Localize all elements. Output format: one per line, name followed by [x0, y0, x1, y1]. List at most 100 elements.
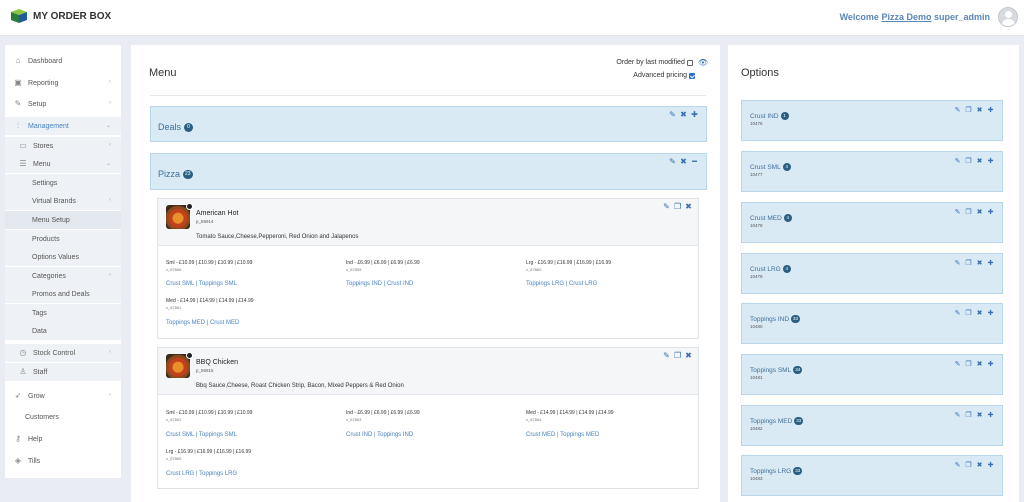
- edit-icon[interactable]: ✎: [954, 157, 961, 165]
- sidebar-item-options-values[interactable]: Options Values: [5, 248, 121, 266]
- product-card[interactable]: American Hot p_55914 Tomato Sauce,Cheese…: [157, 198, 699, 339]
- variant-link[interactable]: Crust MED: [526, 432, 555, 438]
- sidebar-item-categories[interactable]: Categories ‹: [5, 267, 121, 285]
- option-card[interactable]: Crust SML 4 10477 ✎ ❐ ✖ ✚: [741, 151, 1003, 192]
- add-icon[interactable]: ✚: [987, 106, 994, 114]
- copy-icon[interactable]: ❐: [965, 309, 972, 317]
- variant-link[interactable]: Toppings SML: [199, 432, 237, 438]
- sidebar-item-reporting[interactable]: ▣ Reporting ‹: [5, 74, 121, 92]
- order-by-last-modified-toggle[interactable]: Order by last modified 👁: [616, 58, 708, 67]
- delete-icon[interactable]: ✖: [976, 259, 983, 267]
- sidebar-item-menu-setup[interactable]: Menu Setup: [5, 211, 121, 229]
- sidebar-item-virtual-brands[interactable]: Virtual Brands ‹: [5, 192, 121, 210]
- sidebar-item-settings[interactable]: Settings: [5, 174, 121, 192]
- product-card[interactable]: BBQ Chicken p_55915 Bbq Sauce,Cheese, Ro…: [157, 347, 699, 489]
- option-card[interactable]: Crust IND 1 10476 ✎ ❐ ✖ ✚: [741, 100, 1003, 141]
- sidebar-item-tags[interactable]: Tags: [5, 304, 121, 322]
- option-card[interactable]: Crust LRG 4 10479 ✎ ❐ ✖ ✚: [741, 253, 1003, 294]
- option-card[interactable]: Toppings LRG 33 10483 ✎ ❐ ✖ ✚: [741, 455, 1003, 496]
- visibility-dot-icon[interactable]: [186, 352, 193, 359]
- add-icon[interactable]: ✚: [987, 208, 994, 216]
- delete-icon[interactable]: ✖: [976, 208, 983, 216]
- sidebar-item-management[interactable]: ⫶ Management ⌄: [5, 117, 121, 135]
- option-card[interactable]: Toppings SML 34 10481 ✎ ❐ ✖ ✚: [741, 354, 1003, 395]
- copy-icon[interactable]: ❐: [674, 352, 681, 360]
- edit-icon[interactable]: ✎: [669, 158, 676, 166]
- copy-icon[interactable]: ❐: [965, 259, 972, 267]
- variant-link[interactable]: Crust LRG: [569, 281, 597, 287]
- add-icon[interactable]: ✚: [987, 360, 994, 368]
- variant-link[interactable]: Toppings IND: [377, 432, 413, 438]
- variant-link[interactable]: Toppings LRG: [526, 281, 564, 287]
- collapse-icon[interactable]: ━: [691, 158, 698, 166]
- delete-icon[interactable]: ✖: [976, 106, 983, 114]
- edit-icon[interactable]: ✎: [954, 461, 961, 469]
- copy-icon[interactable]: ❐: [965, 360, 972, 368]
- variant-link[interactable]: Crust IND: [346, 432, 372, 438]
- add-icon[interactable]: ✚: [987, 461, 994, 469]
- category-card[interactable]: Deals 0 ✎ ✖ ✚: [150, 106, 707, 142]
- sidebar-item-stores[interactable]: ▭ Stores ‹: [5, 137, 121, 155]
- edit-icon[interactable]: ✎: [954, 259, 961, 267]
- app-logo[interactable]: MY ORDER BOX: [10, 8, 111, 24]
- add-icon[interactable]: ✚: [987, 411, 994, 419]
- variant-link[interactable]: Toppings SML: [199, 281, 237, 287]
- variant-link[interactable]: Toppings MED: [560, 432, 599, 438]
- user-link[interactable]: Pizza Demo: [881, 12, 931, 22]
- sidebar-item-setup[interactable]: ✎ Setup ‹: [5, 95, 121, 113]
- variant-link[interactable]: Toppings LRG: [199, 471, 237, 477]
- variant-link[interactable]: Toppings MED: [166, 320, 205, 326]
- edit-icon[interactable]: ✎: [663, 203, 670, 211]
- sidebar-item-tills[interactable]: ◈ Tills: [5, 452, 121, 470]
- sidebar-item-stock-control[interactable]: ◷ Stock Control ‹: [5, 344, 121, 362]
- eye-icon[interactable]: 👁: [698, 58, 708, 67]
- edit-icon[interactable]: ✎: [663, 352, 670, 360]
- option-card[interactable]: Toppings IND 33 10480 ✎ ❐ ✖ ✚: [741, 303, 1003, 344]
- copy-icon[interactable]: ❐: [965, 461, 972, 469]
- delete-icon[interactable]: ✖: [976, 360, 983, 368]
- delete-icon[interactable]: ✖: [976, 309, 983, 317]
- visibility-dot-icon[interactable]: [186, 203, 193, 210]
- option-card[interactable]: Crust MED 4 10478 ✎ ❐ ✖ ✚: [741, 202, 1003, 243]
- advanced-pricing-toggle[interactable]: Advanced pricing: [633, 72, 695, 79]
- sidebar-item-staff[interactable]: ♙ Staff: [5, 363, 121, 381]
- edit-icon[interactable]: ✎: [669, 111, 676, 119]
- variant-link[interactable]: Crust LRG: [166, 471, 194, 477]
- sidebar-item-dashboard[interactable]: ⌂ Dashboard: [5, 52, 121, 70]
- edit-icon[interactable]: ✎: [954, 360, 961, 368]
- add-icon[interactable]: ✚: [987, 259, 994, 267]
- sidebar-item-promos-and-deals[interactable]: Promos and Deals: [5, 285, 121, 303]
- copy-icon[interactable]: ❐: [965, 411, 972, 419]
- advanced-pricing-checkbox[interactable]: [689, 72, 695, 79]
- variant-link[interactable]: Crust SML: [166, 281, 194, 287]
- copy-icon[interactable]: ❐: [965, 106, 972, 114]
- avatar[interactable]: [998, 7, 1018, 27]
- sidebar-item-products[interactable]: Products: [5, 230, 121, 248]
- variant-link[interactable]: Crust MED: [210, 320, 239, 326]
- variant-link[interactable]: Crust SML: [166, 432, 194, 438]
- sidebar-item-grow[interactable]: ➶ Grow ‹: [5, 387, 121, 405]
- copy-icon[interactable]: ❐: [965, 157, 972, 165]
- copy-icon[interactable]: ❐: [674, 203, 681, 211]
- edit-icon[interactable]: ✎: [954, 411, 961, 419]
- category-card[interactable]: Pizza 23 ✎ ✖ ━: [150, 153, 707, 190]
- sidebar-item-menu[interactable]: ☰ Menu ⌄: [5, 155, 121, 173]
- copy-icon[interactable]: ❐: [965, 208, 972, 216]
- delete-icon[interactable]: ✖: [685, 203, 692, 211]
- variant-link[interactable]: Toppings IND: [346, 281, 382, 287]
- add-icon[interactable]: ✚: [691, 111, 698, 119]
- edit-icon[interactable]: ✎: [954, 208, 961, 216]
- delete-icon[interactable]: ✖: [680, 158, 687, 166]
- edit-icon[interactable]: ✎: [954, 106, 961, 114]
- variant-link[interactable]: Crust IND: [387, 281, 413, 287]
- delete-icon[interactable]: ✖: [976, 461, 983, 469]
- sidebar-item-customers[interactable]: Customers: [5, 408, 121, 426]
- add-icon[interactable]: ✚: [987, 157, 994, 165]
- delete-icon[interactable]: ✖: [976, 411, 983, 419]
- order-by-last-modified-checkbox[interactable]: [686, 59, 693, 66]
- sidebar-item-help[interactable]: ⚷ Help: [5, 430, 121, 448]
- option-card[interactable]: Toppings MED 33 10482 ✎ ❐ ✖ ✚: [741, 405, 1003, 446]
- delete-icon[interactable]: ✖: [976, 157, 983, 165]
- sidebar-item-data[interactable]: Data: [5, 322, 121, 340]
- delete-icon[interactable]: ✖: [685, 352, 692, 360]
